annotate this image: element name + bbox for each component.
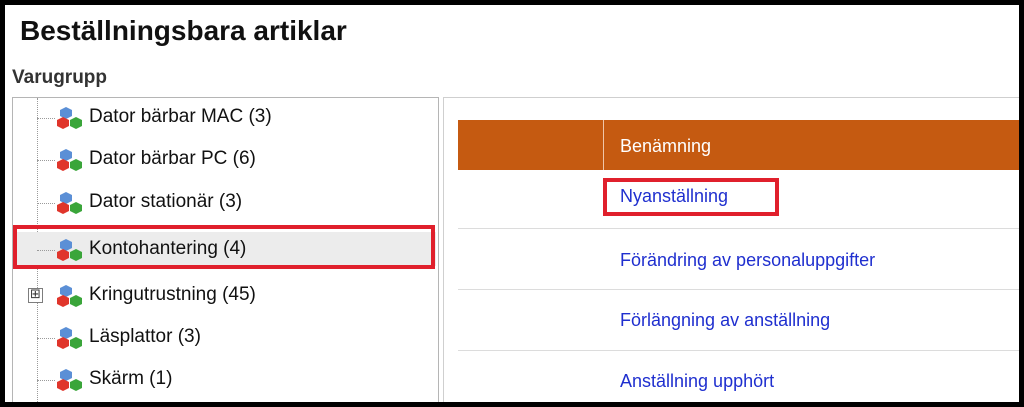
tree-item-label: Kringutrustning (45) bbox=[89, 284, 256, 305]
article-link-anstallning-upphort[interactable]: Anställning upphört bbox=[620, 371, 774, 392]
product-cubes-icon bbox=[57, 285, 82, 307]
table-row: Anställning upphört bbox=[458, 351, 1019, 402]
expand-plus-icon[interactable]: ⊞ bbox=[28, 288, 43, 303]
tree-item-label: Kontohantering (4) bbox=[89, 238, 247, 259]
product-cubes-icon bbox=[57, 107, 82, 129]
product-cubes-icon bbox=[57, 239, 82, 261]
tree-item-lasplattor[interactable]: Läsplattor (3) bbox=[13, 320, 436, 354]
section-label-varugrupp: Varugrupp bbox=[12, 67, 108, 88]
tree-item-kontohantering[interactable]: Kontohantering (4) bbox=[13, 232, 436, 266]
tree-item-label: Läsplattor (3) bbox=[89, 326, 201, 347]
page-title: Beställningsbara artiklar bbox=[20, 15, 347, 46]
table-row: Förlängning av anställning bbox=[458, 290, 1019, 351]
tree-item-label: Skärm (1) bbox=[89, 368, 173, 389]
tree-item-dator-barbar-pc[interactable]: Dator bärbar PC (6) bbox=[13, 142, 436, 176]
tree-item-skarm[interactable]: Skärm (1) bbox=[13, 362, 436, 396]
product-cubes-icon bbox=[57, 369, 82, 391]
column-header-benamning[interactable]: Benämning bbox=[620, 136, 711, 157]
category-tree: Dator bärbar MAC (3) Dator bärbar PC (6)… bbox=[12, 97, 439, 402]
product-cubes-icon bbox=[57, 149, 82, 171]
tree-item-label: Dator stationär (3) bbox=[89, 191, 243, 212]
grid-header: Benämning bbox=[458, 120, 1019, 170]
tree-item-kringutrustning[interactable]: ⊞ Kringutrustning (45) bbox=[13, 278, 436, 312]
column-divider bbox=[603, 120, 604, 170]
article-link-forandring-personaluppgifter[interactable]: Förändring av personaluppgifter bbox=[620, 250, 875, 271]
tree-item-label: Dator bärbar PC (6) bbox=[89, 148, 256, 169]
tree-item-dator-barbar-mac[interactable]: Dator bärbar MAC (3) bbox=[13, 100, 436, 134]
article-link-nyanstallning[interactable]: Nyanställning bbox=[620, 186, 728, 207]
product-cubes-icon bbox=[57, 327, 82, 349]
table-row: Förändring av personaluppgifter bbox=[458, 229, 1019, 290]
articles-grid: Benämning Nyanställning Förändring av pe… bbox=[443, 97, 1019, 402]
tree-item-dator-stationar[interactable]: Dator stationär (3) bbox=[13, 185, 436, 219]
product-cubes-icon bbox=[57, 401, 83, 402]
product-cubes-icon bbox=[57, 192, 82, 214]
tree-item-label: Dator bärbar MAC (3) bbox=[89, 106, 272, 127]
app-frame: Beställningsbara artiklar Varugrupp Dato… bbox=[5, 5, 1019, 402]
article-link-forlangning-anstallning[interactable]: Förlängning av anställning bbox=[620, 310, 830, 331]
table-row: Nyanställning bbox=[458, 170, 1019, 229]
